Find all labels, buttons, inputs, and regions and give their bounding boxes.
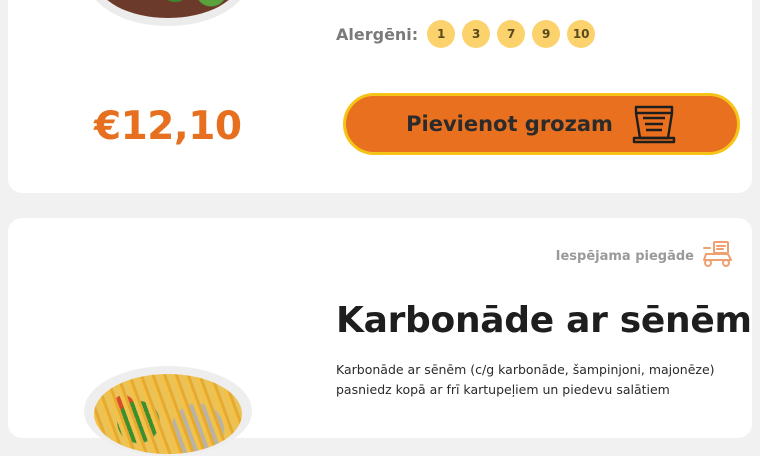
product-card: Iespējama piegāde Karbonāde ar sēnēm Kar… — [8, 218, 752, 456]
allergen-badge: 3 — [462, 20, 491, 48]
allergens-row: Alergēni: 1 3 7 9 10 — [336, 20, 596, 48]
allergen-badge: 1 — [427, 20, 456, 48]
cart-box-icon — [631, 104, 677, 144]
food-plate-image — [96, 0, 240, 18]
allergen-badge: 9 — [532, 20, 561, 48]
delivery-info: Iespējama piegāde — [556, 240, 734, 272]
delivery-scooter-icon — [700, 240, 734, 272]
allergens-label: Alergēni: — [336, 24, 419, 44]
add-to-cart-label: Pievienot grozam — [406, 112, 613, 136]
product-description: Karbonāde ar sēnēm (c/g karbonāde, šampi… — [336, 362, 715, 397]
allergen-badge: 10 — [567, 20, 596, 48]
product-image[interactable] — [88, 0, 248, 26]
delivery-label: Iespējama piegāde — [555, 248, 694, 264]
product-title: Karbonāde ar sēnēm — [336, 300, 752, 341]
product-image[interactable] — [84, 366, 252, 456]
add-to-cart-button[interactable]: Pievienot grozam — [343, 93, 740, 155]
food-plate-image — [94, 374, 242, 454]
product-card: Alergēni: 1 3 7 9 10 €12,10 Pievienot gr… — [8, 0, 752, 193]
allergen-badge: 7 — [497, 20, 526, 48]
product-price: €12,10 — [94, 104, 242, 149]
